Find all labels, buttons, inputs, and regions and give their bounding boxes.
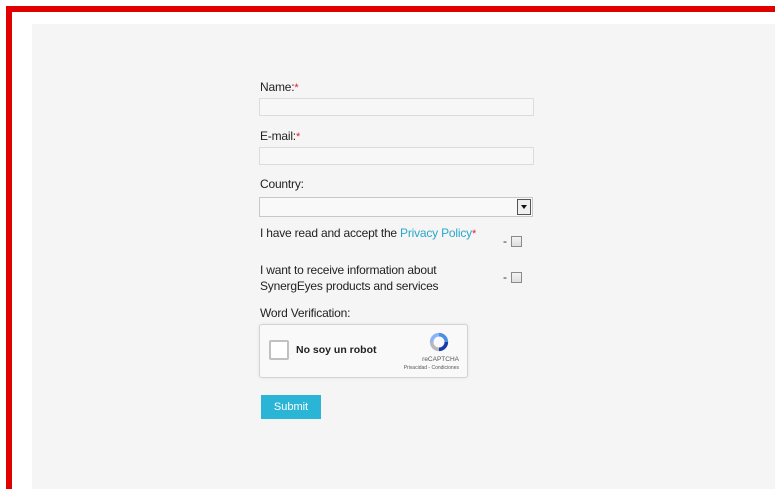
- recaptcha-terms-link[interactable]: Privacidad - Condiciones: [404, 365, 459, 371]
- recaptcha-logo-icon: [429, 332, 449, 352]
- country-label: Country:: [260, 177, 304, 191]
- checkbox-dash: -: [503, 234, 507, 248]
- email-label: E-mail:*: [260, 129, 300, 143]
- chevron-down-icon[interactable]: [517, 199, 531, 215]
- name-label: Name:*: [260, 80, 299, 94]
- submit-button[interactable]: Submit: [261, 395, 321, 419]
- email-label-text: E-mail:: [260, 129, 296, 143]
- red-frame-left: [6, 6, 12, 489]
- recaptcha-checkbox[interactable]: [269, 340, 289, 360]
- privacy-label-text: I have read and accept the: [260, 226, 401, 240]
- privacy-checkbox-row: -: [503, 234, 522, 248]
- red-frame-top: [6, 6, 775, 12]
- required-mark: *: [471, 228, 477, 240]
- form-panel: Name:* E-mail:* Country: I have read and…: [32, 24, 775, 489]
- required-mark: *: [295, 131, 301, 143]
- checkbox-dash: -: [503, 270, 507, 284]
- privacy-label: I have read and accept the Privacy Polic…: [260, 226, 476, 240]
- name-label-text: Name:: [260, 80, 295, 94]
- newsletter-checkbox-row: -: [503, 270, 522, 284]
- recaptcha-widget: No soy un robot reCAPTCHA Privacidad - C…: [259, 324, 468, 378]
- required-mark: *: [294, 82, 299, 94]
- recaptcha-label: No soy un robot: [296, 344, 377, 356]
- privacy-policy-link[interactable]: Privacy Policy: [400, 226, 472, 240]
- recaptcha-brand: reCAPTCHA: [422, 356, 459, 363]
- newsletter-label: I want to receive information about Syne…: [260, 263, 439, 293]
- country-select[interactable]: [259, 197, 533, 217]
- email-input[interactable]: [259, 147, 534, 165]
- word-verification-label: Word Verification:: [260, 306, 351, 320]
- privacy-checkbox[interactable]: [511, 235, 522, 247]
- name-input[interactable]: [259, 98, 534, 116]
- newsletter-checkbox[interactable]: [511, 271, 522, 283]
